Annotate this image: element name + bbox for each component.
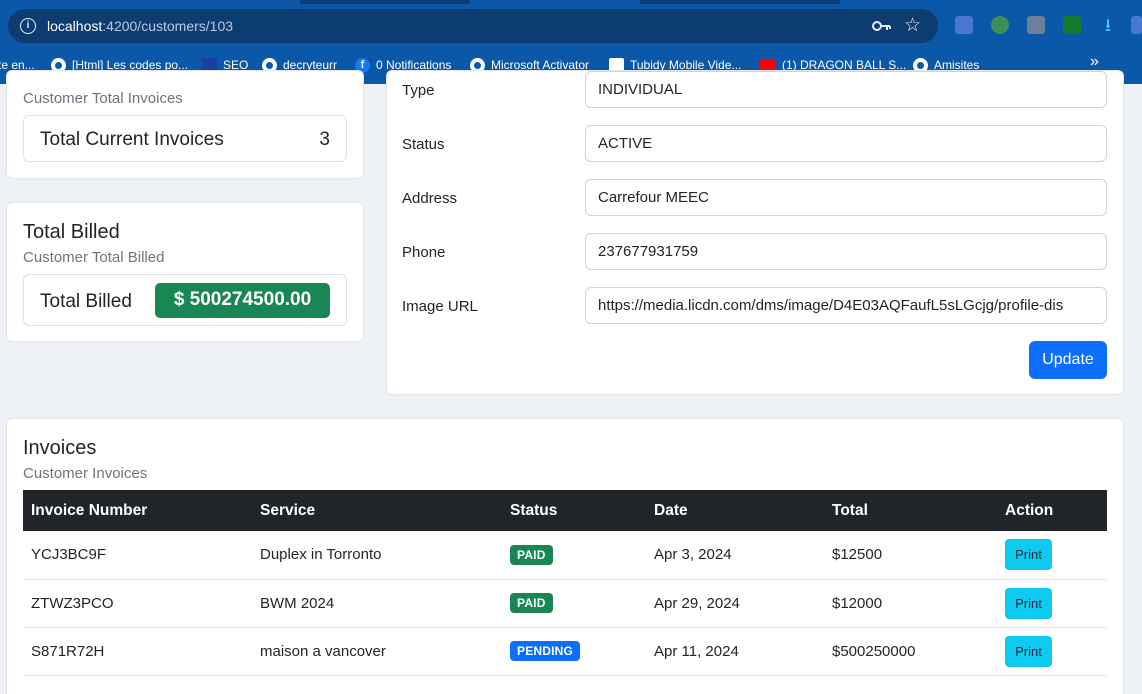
update-button[interactable]: Update (1029, 341, 1107, 379)
column-header: Status (502, 490, 646, 531)
more-bookmarks-icon[interactable]: » (1090, 53, 1099, 71)
key-icon[interactable] (872, 19, 892, 33)
column-header: Date (646, 490, 824, 531)
phone-label: Phone (402, 244, 446, 261)
invoice-service: maison a vancover (252, 627, 502, 676)
extension-icon[interactable] (1027, 16, 1045, 34)
invoice-number: ZTWZ3PCO (23, 579, 252, 628)
column-header: Service (252, 490, 502, 531)
invoice-date: Apr 11, 2024 (646, 627, 824, 676)
total-invoices-card: Customer Total Invoices Total Current In… (6, 70, 364, 179)
type-field[interactable] (585, 71, 1107, 108)
bookmark-star-icon[interactable]: ☆ (904, 14, 921, 37)
billed-label: Total Billed (40, 291, 132, 312)
extension-icon[interactable] (1131, 16, 1142, 34)
image-url-field[interactable] (585, 287, 1107, 324)
print-button[interactable]: Print (1005, 539, 1052, 571)
card-subtitle: Customer Total Billed (23, 249, 165, 266)
address-field[interactable] (585, 179, 1107, 216)
card-title: Invoices (23, 437, 97, 459)
invoice-total: $12000 (824, 579, 997, 628)
status-badge: PAID (510, 593, 553, 613)
print-button[interactable]: Print (1005, 587, 1052, 619)
invoice-total: $500250000 (824, 627, 997, 676)
browser-toolbar: i localhost:4200/customers/103 ☆ ⭳ (0, 0, 1142, 47)
invoices-count-value: 3 (319, 129, 330, 150)
download-manager-icon[interactable] (1063, 16, 1081, 34)
invoice-service: BWM 2024 (252, 579, 502, 628)
address-label: Address (402, 190, 458, 207)
table-row: ZTWZ3PCO BWM 2024 PAID Apr 29, 2024 $120… (23, 579, 1107, 628)
card-title: Total Billed (23, 221, 120, 243)
address-bar[interactable]: i localhost:4200/customers/103 ☆ (8, 9, 938, 43)
url-text[interactable]: localhost:4200/customers/103 (47, 18, 233, 34)
status-label: Status (402, 136, 445, 153)
table-row: S871R72H maison a vancover PENDING Apr 1… (23, 627, 1107, 676)
table-row: YCJ3BC9F Duplex in Torronto PAID Apr 3, … (23, 531, 1107, 580)
column-header: Total (824, 490, 997, 531)
invoice-date: Apr 3, 2024 (646, 531, 824, 580)
billed-item: Total Billed $ 500274500.00 (23, 274, 347, 326)
card-subtitle: Customer Invoices (23, 465, 148, 482)
invoices-count-label: Total Current Invoices (40, 129, 224, 150)
tab-strip-edge (640, 0, 840, 4)
table-header-row: Invoice Number Service Status Date Total… (23, 490, 1107, 531)
status-badge: PENDING (510, 641, 581, 661)
extension-icon[interactable] (991, 16, 1009, 34)
column-header: Action (997, 490, 1107, 531)
phone-field[interactable] (585, 233, 1107, 270)
status-field[interactable] (585, 125, 1107, 162)
type-label: Type (402, 82, 435, 99)
invoice-date: Apr 29, 2024 (646, 579, 824, 628)
column-header: Invoice Number (23, 490, 252, 531)
card-subtitle: Customer Total Invoices (23, 90, 183, 107)
invoice-number: S871R72H (23, 627, 252, 676)
invoice-number: YCJ3BC9F (23, 531, 252, 580)
invoice-service: Duplex in Torronto (252, 531, 502, 580)
invoices-count-item: Total Current Invoices 3 (23, 115, 347, 162)
total-billed-card: Total Billed Customer Total Billed Total… (6, 202, 364, 342)
invoices-table: Invoice Number Service Status Date Total… (23, 490, 1107, 676)
status-badge: PAID (510, 544, 553, 565)
billed-amount-badge: $ 500274500.00 (155, 283, 330, 318)
translate-extension-icon[interactable] (955, 16, 973, 34)
print-button[interactable]: Print (1005, 635, 1052, 667)
site-info-icon[interactable]: i (20, 18, 36, 34)
tab-strip-edge (300, 0, 470, 4)
image-url-label: Image URL (402, 298, 478, 315)
invoice-total: $12500 (824, 531, 997, 580)
downloads-icon[interactable]: ⭳ (1099, 16, 1117, 34)
